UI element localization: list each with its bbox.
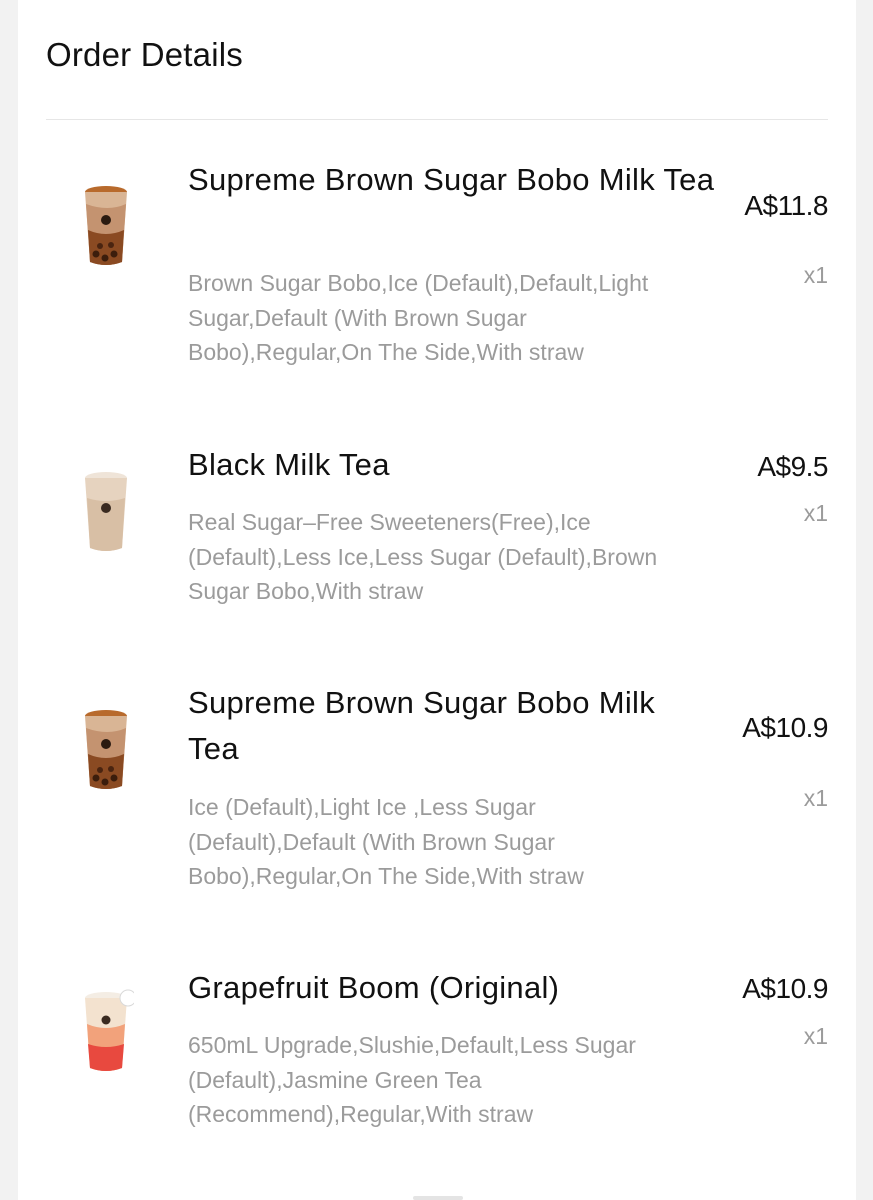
item-name: Supreme Brown Sugar Bobo Milk Tea [188, 162, 715, 197]
milk-tea-cup-icon [78, 468, 134, 558]
brown-sugar-milk-tea-cup-icon [78, 182, 134, 272]
item-price: A$10.9 [742, 973, 828, 1004]
scroll-indicator [413, 1196, 463, 1200]
item-name: Black Milk Tea [188, 447, 390, 482]
item-name: Supreme Brown Sugar Bobo Milk Tea [188, 685, 656, 766]
page-title: Order Details [46, 36, 243, 73]
item-options: Ice (Default),Light Ice ,Less Sugar (Def… [188, 794, 584, 889]
item-options: Real Sugar–Free Sweeteners(Free),Ice (De… [188, 509, 658, 604]
item-quantity: x1 [803, 785, 828, 811]
item-quantity: x1 [803, 262, 828, 288]
item-price: A$9.5 [757, 451, 828, 482]
item-quantity: x1 [803, 500, 828, 526]
header-divider [46, 119, 828, 120]
grapefruit-cup-icon [78, 988, 137, 1078]
item-name: Grapefruit Boom (Original) [188, 970, 560, 1005]
order-details-card: Order Details Supreme Brown Sugar Bobo M… [18, 0, 856, 1200]
item-price: A$11.8 [744, 190, 828, 221]
item-quantity: x1 [803, 1023, 828, 1049]
brown-sugar-milk-tea-cup-icon [78, 706, 134, 796]
item-price: A$10.9 [742, 712, 828, 743]
item-options: 650mL Upgrade,Slushie,Default,Less Sugar… [188, 1032, 636, 1127]
item-options: Brown Sugar Bobo,Ice (Default),Default,L… [188, 270, 649, 365]
